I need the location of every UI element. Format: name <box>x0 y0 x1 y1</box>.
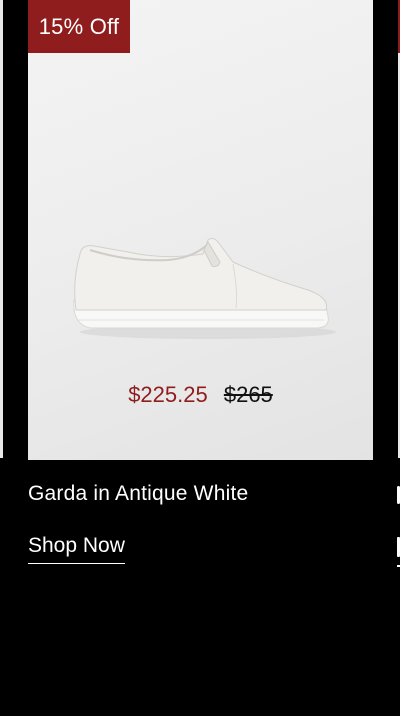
product-image[interactable] <box>68 232 338 344</box>
previous-product-card-edge[interactable] <box>0 0 3 458</box>
product-title[interactable]: Garda in Antique White <box>28 482 248 506</box>
product-card[interactable]: 15% Off $225.25 $265 <box>28 0 373 460</box>
price-row: $225.25 $265 <box>28 382 373 408</box>
sale-price: $225.25 <box>128 382 208 407</box>
discount-badge: 15% Off <box>28 0 130 53</box>
original-price: $265 <box>223 382 273 407</box>
shop-now-link[interactable]: Shop Now <box>28 534 125 564</box>
